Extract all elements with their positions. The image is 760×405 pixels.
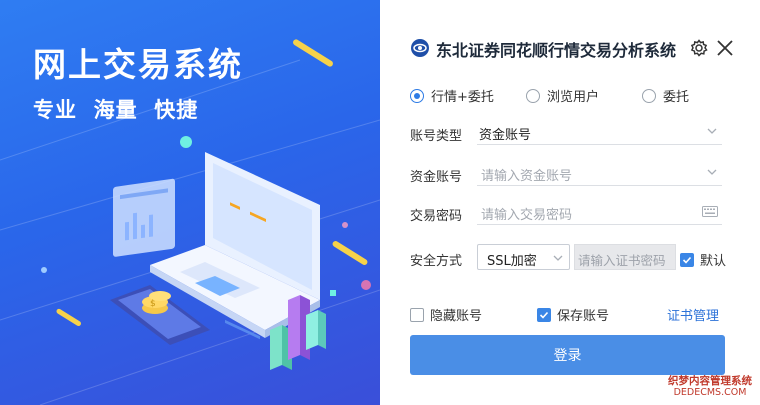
trade-password-placeholder: 请输入交易密码 [481, 208, 573, 223]
chevron-down-icon [553, 255, 563, 261]
radio-order-only[interactable]: 委托 [642, 86, 689, 105]
hide-account-checkbox[interactable]: 隐藏账号 [410, 305, 482, 324]
close-icon[interactable] [714, 37, 736, 59]
fund-account-input[interactable]: 请输入资金账号 [477, 160, 722, 186]
watermark-line1: 织梦内容管理系统 [668, 375, 752, 387]
account-type-value: 资金账号 [479, 128, 532, 143]
checkbox-unchecked-icon [410, 307, 424, 322]
trade-password-label: 交易密码 [410, 209, 463, 224]
app-title: 东北证券同花顺行情交易分析系统 [436, 41, 677, 60]
radio-browse-user[interactable]: 浏览用户 [526, 86, 599, 105]
radio-selected-icon [410, 88, 424, 103]
radio-unselected-icon [526, 88, 540, 103]
app-logo-icon [411, 39, 429, 57]
radio-unselected-icon [642, 88, 656, 103]
keyboard-icon[interactable] [702, 206, 718, 217]
default-checkbox[interactable]: 默认 [680, 250, 726, 269]
svg-text:$: $ [150, 299, 156, 309]
security-method-value: SSL加密 [487, 254, 537, 269]
cert-password-placeholder: 请输入证书密码 [578, 253, 666, 268]
checkbox-checked-icon [537, 307, 551, 322]
login-button[interactable]: 登录 [410, 335, 725, 375]
fund-account-placeholder: 请输入资金账号 [481, 169, 573, 184]
radio-label: 行情+委托 [431, 90, 494, 105]
cert-management-link[interactable]: 证书管理 [667, 305, 719, 324]
account-type-select[interactable]: 资金账号 [477, 119, 722, 145]
login-mode-group: 行情+委托 浏览用户 委托 [410, 86, 740, 106]
promo-panel: $ 网上交易系统 专业 海量 快捷 [0, 0, 380, 405]
watermark: 织梦内容管理系统 DEDECMS.COM [668, 375, 752, 399]
watermark-line2: DEDECMS.COM [673, 387, 747, 398]
login-panel: 东北证券同花顺行情交易分析系统 行情+委托 浏览用户 委托 账号类型 资金账号 [380, 0, 760, 405]
promo-title: 网上交易系统 [33, 45, 243, 84]
promo-subtitle: 专业 海量 快捷 [33, 98, 199, 122]
security-method-select[interactable]: SSL加密 [477, 244, 570, 270]
account-type-label: 账号类型 [410, 129, 463, 144]
checkbox-checked-icon [680, 252, 694, 267]
save-account-label: 保存账号 [557, 309, 610, 324]
radio-label: 委托 [663, 90, 690, 105]
chevron-down-icon[interactable] [706, 166, 718, 178]
save-account-checkbox[interactable]: 保存账号 [537, 305, 609, 324]
radio-quote-and-order[interactable]: 行情+委托 [410, 86, 494, 105]
chevron-down-icon [707, 128, 717, 134]
security-method-label: 安全方式 [410, 254, 463, 269]
gear-icon[interactable] [688, 37, 710, 59]
fund-account-label: 资金账号 [410, 170, 463, 185]
radio-label: 浏览用户 [547, 90, 600, 105]
default-label: 默认 [700, 254, 727, 269]
hide-account-label: 隐藏账号 [430, 309, 483, 324]
cert-password-input[interactable]: 请输入证书密码 [574, 244, 676, 270]
trade-password-input[interactable]: 请输入交易密码 [477, 199, 722, 225]
